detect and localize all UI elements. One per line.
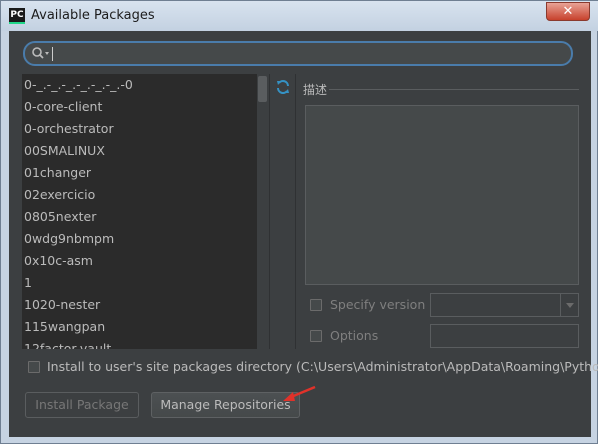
package-list-item[interactable]: 0x10c-asm xyxy=(22,250,256,272)
dialog-content: 0-_.-_.-_.-_.-_.-_.-0 0-core-client 0-orch… xyxy=(9,31,598,437)
options-input[interactable] xyxy=(430,324,579,348)
annotation-arrow-icon xyxy=(283,385,316,401)
search-input[interactable] xyxy=(51,44,561,63)
package-list-item[interactable]: 1 xyxy=(22,272,256,294)
options-label[interactable]: Options xyxy=(330,328,378,343)
package-list-item[interactable]: 12factor-vault xyxy=(22,338,256,349)
chevron-down-icon[interactable] xyxy=(560,294,578,316)
package-list[interactable]: 0-_.-_.-_.-_.-_.-_.-0 0-core-client 0-orch… xyxy=(22,74,256,349)
scrollbar-thumb[interactable] xyxy=(258,76,267,102)
dialog-window: PC Available Packages ✕ 0-_.-_.-_.-_.-_.… xyxy=(0,0,598,444)
description-box xyxy=(305,105,579,285)
panel-divider xyxy=(295,74,296,349)
window-title: Available Packages xyxy=(31,8,155,23)
pycharm-app-icon: PC xyxy=(9,8,25,24)
package-list-item[interactable]: 0-orchestrator xyxy=(22,118,256,140)
specify-version-label[interactable]: Specify version xyxy=(330,297,425,312)
package-list-item[interactable]: 02exercicio xyxy=(22,184,256,206)
package-list-item[interactable]: 0-core-client xyxy=(22,96,256,118)
title-bar[interactable]: PC Available Packages ✕ xyxy=(1,1,598,31)
install-package-button[interactable]: Install Package xyxy=(25,392,139,418)
text-caret xyxy=(52,47,53,61)
package-list-item[interactable]: 01changer xyxy=(22,162,256,184)
package-list-scrollbar[interactable] xyxy=(257,74,268,349)
user-site-label[interactable]: Install to user's site packages director… xyxy=(47,359,598,374)
options-checkbox[interactable] xyxy=(310,330,322,342)
package-list-item[interactable]: 0805nexter xyxy=(22,206,256,228)
close-button[interactable]: ✕ xyxy=(546,2,590,21)
description-separator xyxy=(329,89,579,90)
package-list-item[interactable]: 0wdg9nbmpm xyxy=(22,228,256,250)
package-list-item[interactable]: 00SMALINUX xyxy=(22,140,256,162)
manage-repositories-button[interactable]: Manage Repositories xyxy=(151,392,300,418)
user-site-checkbox[interactable] xyxy=(28,361,40,373)
version-select[interactable] xyxy=(430,293,579,317)
specify-version-checkbox[interactable] xyxy=(310,299,322,311)
package-list-item[interactable]: 1020-nester xyxy=(22,294,256,316)
refresh-icon[interactable] xyxy=(275,79,291,95)
search-icon[interactable] xyxy=(31,46,51,62)
package-list-item[interactable]: 115wangpan xyxy=(22,316,256,338)
description-label: 描述 xyxy=(303,83,328,97)
list-toolbar xyxy=(269,74,295,349)
package-list-panel[interactable]: 0-_.-_.-_.-_.-_.-_.-0 0-core-client 0-orch… xyxy=(22,74,268,349)
search-field[interactable] xyxy=(23,41,573,66)
package-list-item[interactable]: 0-_.-_.-_.-_.-_.-_.-0 xyxy=(22,74,256,96)
